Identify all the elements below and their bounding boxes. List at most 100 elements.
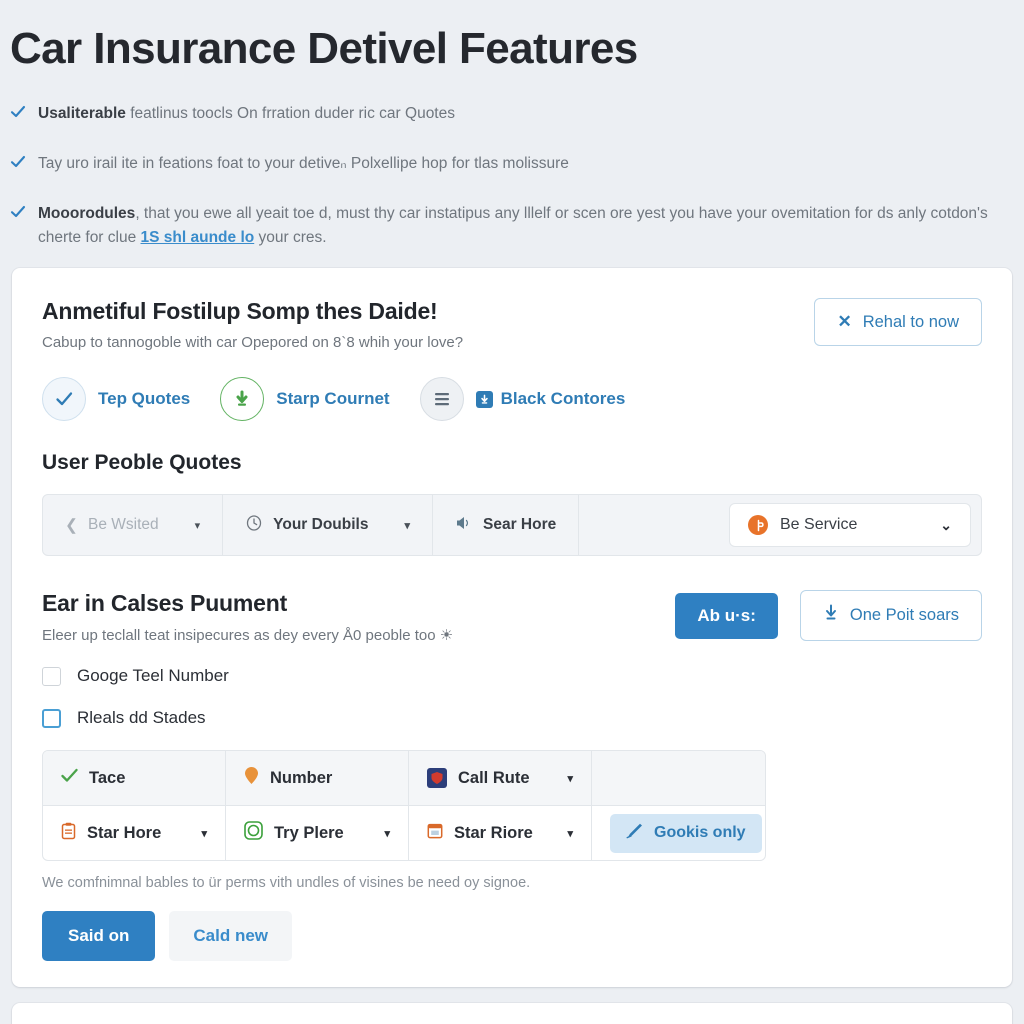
grid-cell-label: Star Hore bbox=[87, 823, 162, 842]
shield-badge-icon bbox=[427, 768, 447, 789]
checkbox-row-googe-teel-number[interactable]: Googe Teel Number bbox=[42, 666, 982, 686]
checkbox[interactable] bbox=[42, 666, 61, 686]
main-card: Anmetiful Fostilup Somp thes Daide! Cabu… bbox=[12, 268, 1012, 988]
card-subtitle: Cabup to tannogoble with car Opepored on… bbox=[42, 334, 464, 352]
checkbox[interactable] bbox=[42, 708, 61, 728]
selector-spacer bbox=[579, 495, 729, 555]
said-on-button[interactable]: Said on bbox=[42, 911, 156, 962]
inline-link[interactable]: 1S shl aunde lo bbox=[141, 229, 255, 246]
chevron-down-icon: ▾ bbox=[384, 827, 390, 840]
checkbox-label: Googe Teel Number bbox=[77, 666, 229, 686]
list-item-tail: your cres. bbox=[254, 229, 327, 247]
chevron-left-icon: ❮ bbox=[65, 516, 78, 534]
rehal-to-now-button[interactable]: ✕ Rehal to now bbox=[814, 298, 982, 347]
page-title: Car Insurance Detivel Features bbox=[10, 24, 638, 73]
selector-your-doubils[interactable]: Your Doubils ▾ bbox=[223, 495, 433, 556]
selector-label: Sear Hore bbox=[483, 516, 557, 534]
grid-cell-chip-wrap: Gookis only bbox=[592, 806, 765, 860]
chevron-down-icon: ▾ bbox=[194, 519, 201, 532]
selector-be-wsited[interactable]: ❮ Be Wsited ▾ bbox=[43, 495, 224, 556]
action-tep-quotes[interactable]: Tep Quotes bbox=[42, 377, 191, 422]
selector-sear-hore[interactable]: Sear Hore bbox=[433, 495, 580, 556]
list-item: Mooorodules, that you ewe all yeait toe … bbox=[10, 202, 1012, 250]
download-icon bbox=[823, 604, 839, 627]
grid-cell-star-hore[interactable]: Star Hore ▾ bbox=[43, 806, 226, 861]
table-row: Star Hore ▾ Try Plere ▾ Star Riore ▾ Goo… bbox=[43, 805, 765, 861]
list-item: Tay uro irail ite in feations foat to yo… bbox=[10, 152, 1012, 176]
list-item: Usaliterable featlinus toocls On frratio… bbox=[10, 102, 1012, 126]
action-black-contores[interactable]: Black Contores bbox=[419, 377, 625, 422]
list-item-text: Usaliterable featlinus toocls On frratio… bbox=[38, 102, 455, 126]
options-grid: Tace Number Call Rute ▾ Star Hore ▾ Try … bbox=[42, 750, 766, 862]
section-subheading: User Peoble Quotes bbox=[42, 451, 242, 475]
grid-cell-try-plere[interactable]: Try Plere ▾ bbox=[226, 806, 409, 861]
calendar-icon bbox=[427, 822, 443, 844]
download-circle-icon bbox=[220, 377, 265, 422]
action-label: Tep Quotes bbox=[98, 389, 191, 409]
hero-section: Car Insurance Detivel Features Usalitera… bbox=[0, 0, 1024, 250]
payment-header-text: Ear in Calses Puument Eleer up teclall t… bbox=[42, 590, 453, 644]
menu-circle-icon bbox=[419, 377, 464, 422]
clipboard-icon bbox=[61, 822, 76, 845]
check-circle-icon bbox=[42, 377, 86, 422]
action-label: Starp Cournet bbox=[276, 389, 390, 409]
grid-cell-label: Try Plere bbox=[274, 823, 344, 842]
action-starp-cournet[interactable]: Starp Cournet bbox=[220, 377, 390, 422]
secondary-card bbox=[12, 1003, 1012, 1024]
list-item-lead: Usaliterable bbox=[38, 105, 126, 123]
speaker-icon bbox=[455, 515, 473, 536]
checkbox-row-rleals-dd-stades[interactable]: Rleals dd Stades bbox=[42, 708, 982, 728]
list-item-body: featlinus toocls On frration duder ric c… bbox=[125, 105, 455, 123]
grid-cell-star-riore[interactable]: Star Riore ▾ bbox=[409, 806, 592, 861]
grid-cell-label: Call Rute bbox=[458, 768, 530, 787]
grid-cell-label: Tace bbox=[89, 768, 126, 787]
selector-bar: ❮ Be Wsited ▾ Your Doubils ▾ Sear Hore B… bbox=[42, 494, 982, 557]
about-us-button[interactable]: Ab u·s: bbox=[675, 592, 778, 639]
pen-icon bbox=[626, 823, 644, 844]
one-poit-soars-button[interactable]: One Poit soars bbox=[799, 590, 982, 642]
selector-label: Your Doubils bbox=[273, 516, 369, 534]
action-label-wrap: Black Contores bbox=[475, 389, 625, 409]
orange-pin-icon bbox=[244, 766, 259, 790]
grid-note: We comfnimnal bables to ür perms vith un… bbox=[42, 875, 531, 892]
check-icon bbox=[10, 204, 26, 222]
chip-label: Gookis only bbox=[654, 824, 746, 842]
checkbox-label: Rleals dd Stades bbox=[77, 708, 206, 728]
list-item-text: Mooorodules, that you ewe all yeait toe … bbox=[38, 202, 1012, 250]
download-badge-icon bbox=[475, 390, 493, 408]
green-check-icon bbox=[61, 768, 78, 788]
card-header-text: Anmetiful Fostilup Somp thes Daide! Cabu… bbox=[42, 298, 463, 351]
table-row: Tace Number Call Rute ▾ bbox=[43, 751, 765, 806]
footer-buttons: Said on Cald new bbox=[42, 911, 982, 962]
list-item-text: Tay uro irail ite in feations foat to yo… bbox=[38, 155, 569, 173]
payment-section: Ear in Calses Puument Eleer up teclall t… bbox=[42, 590, 982, 962]
payment-title: Ear in Calses Puument bbox=[42, 590, 288, 617]
close-icon: ✕ bbox=[837, 312, 852, 332]
grid-cell-label: Number bbox=[270, 768, 333, 787]
chevron-down-icon: ⌄ bbox=[940, 516, 952, 533]
clock-icon bbox=[245, 514, 263, 537]
payment-section-header: Ear in Calses Puument Eleer up teclall t… bbox=[42, 590, 982, 644]
card-title: Anmetiful Fostilup Somp thes Daide! bbox=[42, 298, 438, 325]
grid-cell-call-rute[interactable]: Call Rute ▾ bbox=[409, 751, 592, 806]
grid-cell-tace[interactable]: Tace bbox=[43, 751, 226, 806]
selector-be-service[interactable]: Be Service ⌄ bbox=[729, 503, 971, 548]
chevron-down-icon: ▾ bbox=[567, 827, 573, 840]
feature-bullet-list: Usaliterable featlinus toocls On frratio… bbox=[10, 102, 1012, 250]
list-item-lead: Mooorodules bbox=[38, 205, 136, 223]
quick-actions: Tep Quotes Starp Cournet Black Contores bbox=[42, 377, 982, 422]
grid-cell-empty bbox=[592, 751, 765, 805]
green-circle-icon bbox=[244, 821, 263, 845]
chevron-down-icon: ▾ bbox=[567, 772, 573, 785]
card-header: Anmetiful Fostilup Somp thes Daide! Cabu… bbox=[42, 298, 982, 351]
brand-dot-icon bbox=[748, 515, 768, 536]
one-poit-soars-label: One Poit soars bbox=[849, 606, 959, 625]
cald-new-button[interactable]: Cald new bbox=[169, 911, 293, 962]
grid-cell-number[interactable]: Number bbox=[226, 751, 409, 806]
chevron-down-icon: ▾ bbox=[404, 519, 410, 532]
selector-label: Be Wsited bbox=[88, 516, 159, 534]
payment-header-buttons: Ab u·s: One Poit soars bbox=[675, 590, 982, 642]
check-icon bbox=[10, 104, 26, 122]
gookis-only-chip[interactable]: Gookis only bbox=[610, 813, 762, 853]
payment-subtitle: Eleer up teclall teat insipecures as dey… bbox=[42, 627, 454, 645]
